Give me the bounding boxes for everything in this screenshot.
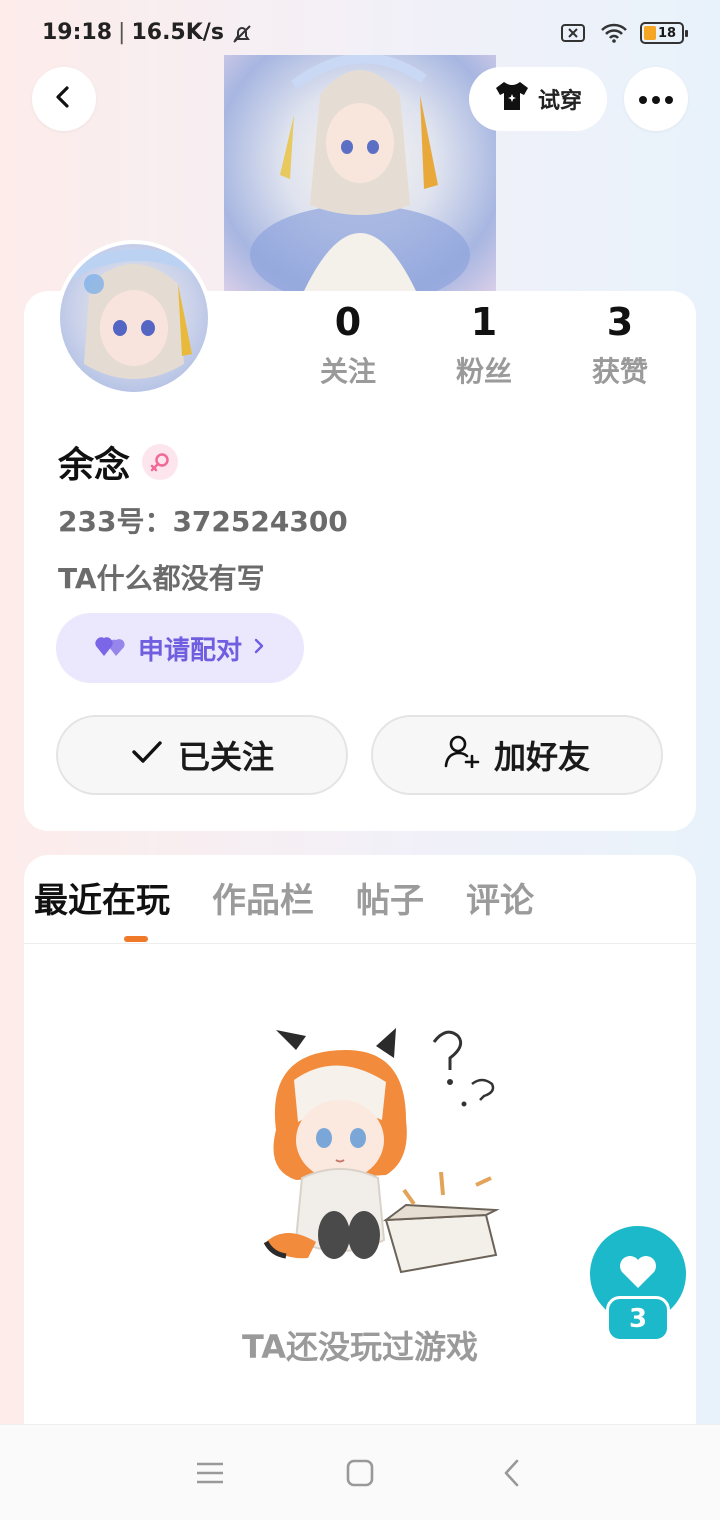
mute-bell-icon xyxy=(230,22,256,44)
user-bio: TA什么都没有写 xyxy=(58,562,265,595)
request-pairing-label: 申请配对 xyxy=(137,635,242,666)
stat-fans-value: 1 xyxy=(470,300,498,344)
status-time: 19:18 xyxy=(42,20,113,45)
username: 余念 xyxy=(58,445,131,486)
status-left: 19:18 | 16.5K/s xyxy=(42,20,256,45)
chevron-right-icon xyxy=(252,633,266,663)
tab-posts[interactable]: 帖子 xyxy=(356,876,424,932)
empty-state-illustration xyxy=(236,1010,506,1280)
system-nav-bar xyxy=(0,1424,720,1520)
stat-following[interactable]: 0 关注 xyxy=(280,298,416,390)
tab-recently-played[interactable]: 最近在玩 xyxy=(34,876,170,932)
try-on-label: 试穿 xyxy=(537,89,582,114)
status-separator: | xyxy=(118,20,126,45)
tshirt-icon xyxy=(494,80,530,118)
wifi-icon xyxy=(600,22,627,44)
tab-works[interactable]: 作品栏 xyxy=(212,876,314,932)
stat-fans-label: 粉丝 xyxy=(455,355,512,388)
heart-icon xyxy=(618,1254,658,1294)
nav-back-icon[interactable] xyxy=(492,1453,532,1493)
stat-likes-value: 3 xyxy=(606,300,634,344)
network-speed: 16.5K/s xyxy=(131,20,224,45)
add-person-icon xyxy=(444,734,480,776)
stat-likes[interactable]: 3 获赞 xyxy=(552,298,688,390)
followed-label: 已关注 xyxy=(177,738,274,776)
tab-comments[interactable]: 评论 xyxy=(466,876,534,932)
tabs-divider xyxy=(24,943,696,944)
stat-following-label: 关注 xyxy=(319,355,376,388)
request-pairing-button[interactable]: 申请配对 xyxy=(56,613,304,683)
more-button[interactable] xyxy=(624,67,688,131)
status-right: 18 xyxy=(560,22,688,44)
female-icon xyxy=(142,444,179,480)
tab-bar: 最近在玩 作品栏 帖子 评论 xyxy=(34,876,534,932)
battery-level: 18 xyxy=(658,25,677,41)
user-id: 233号：372524300 xyxy=(58,505,348,538)
more-icon xyxy=(638,90,674,109)
battery-icon: 18 xyxy=(640,22,688,44)
add-friend-label: 加好友 xyxy=(493,738,590,776)
stat-likes-label: 获赞 xyxy=(591,355,648,388)
add-friend-button[interactable]: 加好友 xyxy=(371,715,663,795)
profile-stats: 0 关注 1 粉丝 3 获赞 xyxy=(280,298,690,390)
back-icon xyxy=(51,84,77,114)
stat-fans[interactable]: 1 粉丝 xyxy=(416,298,552,390)
hearts-icon xyxy=(94,632,128,665)
profile-banner-image xyxy=(224,55,496,291)
home-icon[interactable] xyxy=(340,1453,380,1493)
back-button[interactable] xyxy=(32,67,96,131)
like-count-badge: 3 xyxy=(606,1296,670,1342)
menu-icon[interactable] xyxy=(190,1453,230,1493)
stat-following-value: 0 xyxy=(334,300,362,344)
sim-off-icon xyxy=(560,22,586,44)
active-tab-indicator xyxy=(124,936,148,942)
followed-button[interactable]: 已关注 xyxy=(56,715,348,795)
username-row: 余念 xyxy=(58,436,179,488)
check-icon xyxy=(130,736,164,774)
avatar[interactable] xyxy=(56,240,212,396)
try-on-button[interactable]: 试穿 xyxy=(469,67,607,131)
